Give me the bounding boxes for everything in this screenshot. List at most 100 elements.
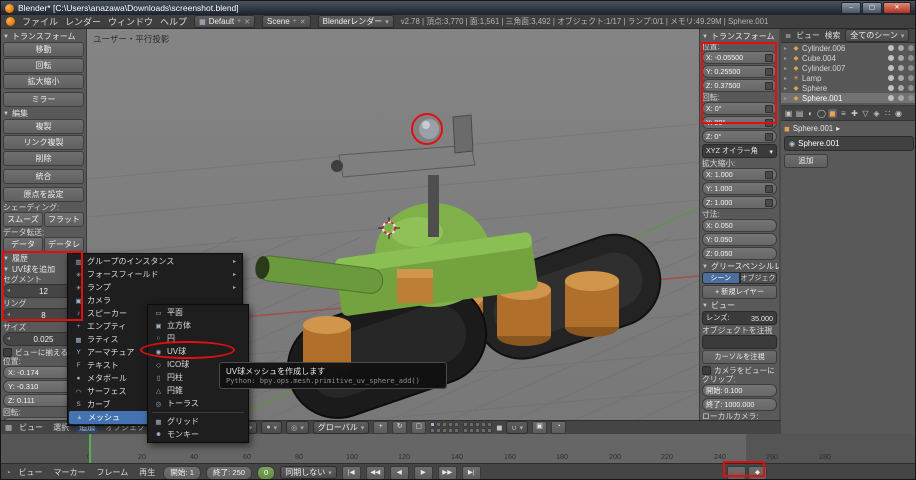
timeline-menu-view[interactable]: ビュー <box>16 467 46 478</box>
select-toggle[interactable] <box>898 55 904 61</box>
lock-icon[interactable] <box>765 54 773 62</box>
visibility-toggle[interactable] <box>888 55 894 61</box>
scale-button[interactable]: 拡大縮小 <box>3 74 84 89</box>
tab-object-icon[interactable]: ◼ <box>828 109 837 118</box>
outliner-editor-icon[interactable]: ≣ <box>785 31 791 40</box>
clip-start-field[interactable]: 開始: 0.100 <box>702 384 777 397</box>
render-opengl-button[interactable]: ▣ <box>532 421 547 434</box>
menu-help[interactable]: ヘルプ <box>160 15 187 28</box>
visibility-toggle[interactable] <box>888 75 894 81</box>
tab-render-layers-icon[interactable]: ▤ <box>795 109 804 118</box>
object-name[interactable]: Cube.004 <box>802 54 884 63</box>
tab-material-icon[interactable]: ◈ <box>872 109 881 118</box>
minimize-button[interactable]: – <box>841 2 861 14</box>
snap-dropdown[interactable]: ∪ ▾ <box>506 421 528 434</box>
expand-icon[interactable]: ▸ <box>784 45 790 52</box>
camera-to-view-checkbox[interactable] <box>702 366 711 375</box>
rotation-x-field[interactable]: X: 0° <box>702 102 777 115</box>
layer-toggle[interactable] <box>487 422 492 427</box>
editor-type-icon[interactable]: ▦ <box>5 423 12 432</box>
mesh-item-monkey[interactable]: ☻モンキー <box>148 428 248 441</box>
layer-toggle[interactable] <box>463 422 468 427</box>
expand-icon[interactable]: ▸ <box>784 55 790 62</box>
panel-edit-header[interactable]: ▼ 編集 <box>3 108 84 119</box>
expand-icon[interactable]: ▸ <box>784 95 790 102</box>
mesh-item-cube[interactable]: ▣立方体 <box>148 319 248 332</box>
select-toggle[interactable] <box>898 85 904 91</box>
lock-icon[interactable] <box>765 199 773 207</box>
layer-toggle[interactable] <box>481 428 486 433</box>
timeline-editor-icon[interactable]: ◔ <box>6 468 11 477</box>
grease-pencil-header[interactable]: ▼ グリースペンシルレイ <box>702 261 777 272</box>
location-y-field[interactable]: Y: 0.25500 <box>702 65 777 78</box>
lock-icon[interactable] <box>765 133 773 141</box>
layer-toggle[interactable] <box>469 428 474 433</box>
mesh-item-plane[interactable]: ▭平面 <box>148 306 248 319</box>
shade-smooth-button[interactable]: スムーズ <box>3 212 43 227</box>
layer-toggle[interactable] <box>454 428 459 433</box>
view-menu[interactable]: ビュー <box>16 422 46 433</box>
lock-object-field[interactable] <box>702 335 777 349</box>
expand-icon[interactable]: ▸ <box>784 85 790 92</box>
insert-keyframe-button[interactable]: ◆ <box>748 466 767 480</box>
visibility-toggle[interactable] <box>888 65 894 71</box>
jump-to-end-button[interactable]: ▶| <box>462 466 481 480</box>
outliner-item-cylinder007[interactable]: ▸ ◆ Cylinder.007 <box>781 63 916 73</box>
add-button[interactable]: 追加 <box>784 154 828 168</box>
lock-icon[interactable]: ◼ <box>496 423 502 432</box>
add-menu-item-group-instance[interactable]: ▥グループのインスタンス▸ <box>68 255 242 268</box>
timeline-menu-marker[interactable]: マーカー <box>51 467 89 478</box>
decrement-icon[interactable]: ◂ <box>7 287 10 294</box>
lock-icon[interactable] <box>765 68 773 76</box>
outliner-item-sphere001[interactable]: ▸ ◆ Sphere.001 <box>781 93 916 103</box>
object-name[interactable]: Sphere.001 <box>802 94 884 103</box>
tab-render-icon[interactable]: ▣ <box>784 109 793 118</box>
tab-constraints-icon[interactable]: ≡ <box>839 109 848 118</box>
render-toggle[interactable] <box>908 75 914 81</box>
render-opengl-anim-button[interactable]: ◔ <box>551 421 566 434</box>
expand-icon[interactable]: ▸ <box>784 65 790 72</box>
add-scene-icon[interactable]: + <box>293 18 297 25</box>
data-layout-button[interactable]: データレ <box>44 237 84 252</box>
mesh-item-uv-sphere[interactable]: ◉UV球 <box>148 345 248 358</box>
select-toggle[interactable] <box>898 45 904 51</box>
outliner-menu-search[interactable]: 検索 <box>825 30 841 41</box>
move-button[interactable]: 移動 <box>3 42 84 57</box>
view-panel-header[interactable]: ▼ ビュー <box>702 300 777 311</box>
select-toggle[interactable] <box>898 75 904 81</box>
scale-y-field[interactable]: Y: 1.000 <box>702 182 777 195</box>
layer-toggle[interactable] <box>448 428 453 433</box>
layer-toggle[interactable] <box>475 428 480 433</box>
outliner-menu-view[interactable]: ビュー <box>796 30 819 41</box>
delete-scene-icon[interactable]: ✕ <box>300 18 306 26</box>
delete-layout-icon[interactable]: ✕ <box>244 18 250 26</box>
play-button[interactable]: ▶ <box>414 466 433 480</box>
rotation-y-field[interactable]: Y: 90° <box>702 116 777 129</box>
visibility-toggle[interactable] <box>888 95 894 101</box>
manipulator-rotate-button[interactable]: ↻ <box>392 421 407 434</box>
render-toggle[interactable] <box>908 45 914 51</box>
window-titlebar[interactable]: Blender* [C:\Users\anazawa\Downloads\scr… <box>1 1 915 15</box>
mesh-item-circle[interactable]: ○円 <box>148 332 248 345</box>
camera-to-view-row[interactable]: カメラをビューに <box>702 365 777 375</box>
panel-transform-header[interactable]: ▼ トランスフォーム <box>3 31 84 42</box>
duplicate-linked-button[interactable]: リンク複製 <box>3 135 84 150</box>
rotation-z-field[interactable]: Z: 0° <box>702 130 777 143</box>
sync-dropdown[interactable]: 同期しない ▾ <box>280 466 337 479</box>
decrement-icon[interactable]: ◂ <box>7 335 10 342</box>
lock-icon[interactable] <box>765 105 773 113</box>
tab-scene-icon[interactable]: ◐ <box>806 109 815 118</box>
current-frame-indicator[interactable] <box>89 434 91 463</box>
layer-toggle[interactable] <box>475 422 480 427</box>
lock-icon[interactable] <box>765 171 773 179</box>
render-toggle[interactable] <box>908 95 914 101</box>
select-toggle[interactable] <box>898 65 904 71</box>
object-name[interactable]: Lamp <box>802 74 884 83</box>
outliner-item-cylinder006[interactable]: ▸ ◆ Cylinder.006 <box>781 43 916 53</box>
dim-x-field[interactable]: X: 0.050 <box>702 219 777 232</box>
layer-toggle[interactable] <box>436 428 441 433</box>
layer-toggle[interactable] <box>436 422 441 427</box>
outliner-item-cube004[interactable]: ▸ ◆ Cube.004 <box>781 53 916 63</box>
lock-icon[interactable] <box>765 119 773 127</box>
align-to-view-checkbox[interactable] <box>3 348 12 357</box>
